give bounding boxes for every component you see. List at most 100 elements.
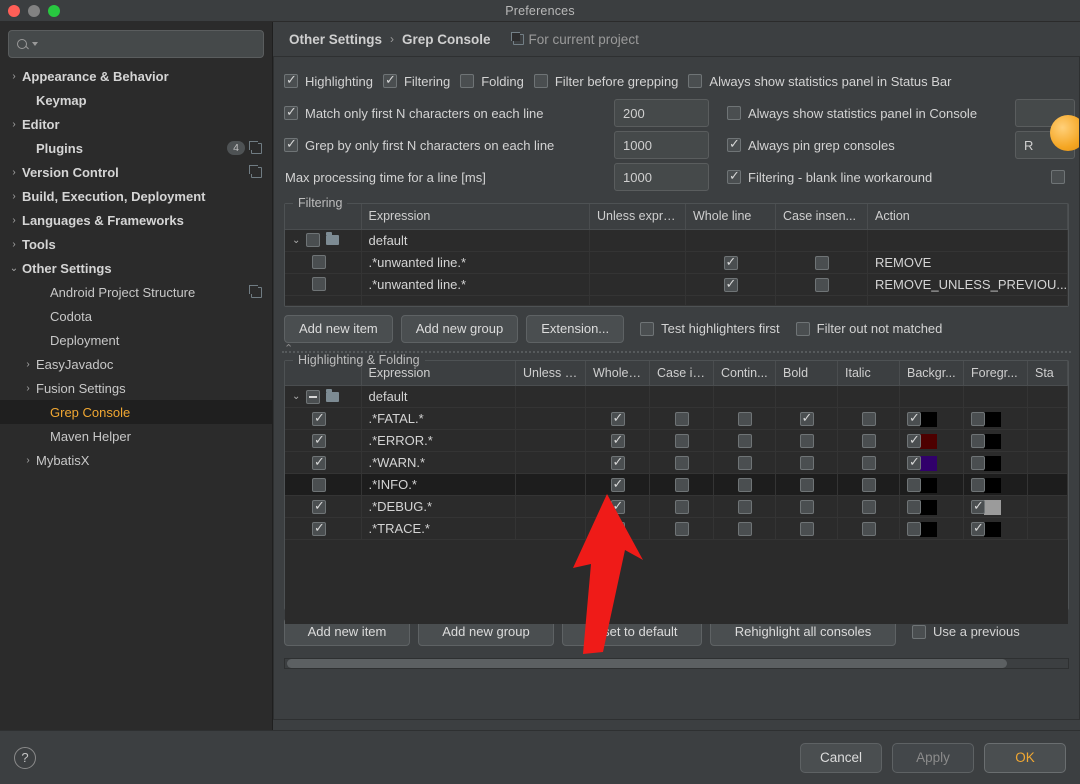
grep-first-n-chars-input[interactable]: 1000	[614, 131, 709, 159]
continue-matching-cell[interactable]	[713, 451, 776, 474]
bold-checkbox[interactable]	[799, 478, 814, 493]
bold-cell[interactable]	[775, 495, 838, 518]
highlighting-table[interactable]: Expression Unless e... Whole l... Case in..…	[285, 360, 1068, 540]
row-enable-checkbox[interactable]	[306, 389, 321, 404]
unless-expression-cell[interactable]	[515, 517, 586, 540]
foreground-color-swatch[interactable]	[984, 521, 1001, 537]
search-box[interactable]	[8, 30, 264, 58]
row-toggle-cell[interactable]	[285, 251, 362, 274]
foreground-cell[interactable]	[963, 473, 1028, 496]
table-row[interactable]: .*TRACE.*	[285, 517, 1068, 540]
cancel-button[interactable]: Cancel	[800, 742, 882, 773]
whole-line-checkbox[interactable]	[610, 454, 625, 471]
grep-first-n-chars-checkbox[interactable]	[284, 136, 298, 152]
expression-cell[interactable]: .*unwanted line.*	[361, 251, 590, 274]
case-insensitive-cell[interactable]	[649, 473, 714, 496]
foreground-cell[interactable]	[963, 517, 1028, 540]
italic-checkbox[interactable]	[861, 478, 876, 493]
sidebar-item-maven-helper[interactable]: Maven Helper	[0, 424, 272, 448]
table-row[interactable]: .*WARN.*	[285, 451, 1068, 474]
unless-expression-cell[interactable]	[589, 273, 686, 296]
background-cell[interactable]	[899, 429, 964, 452]
sidebar-item-keymap[interactable]: Keymap	[0, 88, 272, 112]
chevron-right-icon[interactable]: ›	[20, 359, 36, 370]
action-cell[interactable]	[867, 229, 1068, 252]
blank-line-workaround-checkbox[interactable]	[727, 168, 741, 184]
checkbox[interactable]	[382, 72, 397, 88]
sidebar-item-mybatisx[interactable]: › MybatisX	[0, 448, 272, 472]
case-insensitive-cell[interactable]	[649, 407, 714, 430]
whole-line-cell[interactable]	[585, 407, 650, 430]
table-row[interactable]: .*INFO.*	[285, 473, 1068, 496]
match-first-n-chars-input[interactable]: 200	[614, 99, 709, 127]
expression-cell[interactable]: .*ERROR.*	[361, 429, 516, 452]
bold-checkbox[interactable]	[799, 500, 814, 515]
table-row[interactable]: .*unwanted line.* REMOVE_UNLESS_PREVIOU..…	[285, 273, 1068, 296]
bold-cell[interactable]	[775, 451, 838, 474]
foreground-checkbox[interactable]	[971, 412, 985, 427]
continue-matching-checkbox[interactable]	[737, 522, 752, 537]
bold-cell[interactable]	[775, 407, 838, 430]
expression-cell[interactable]: .*TRACE.*	[361, 517, 516, 540]
italic-checkbox[interactable]	[861, 500, 876, 515]
foreground-cell[interactable]	[963, 495, 1028, 518]
case-insensitive-cell[interactable]	[649, 517, 714, 540]
expression-cell[interactable]: .*DEBUG.*	[361, 495, 516, 518]
case-insensitive-checkbox[interactable]	[814, 277, 829, 292]
column-header[interactable]: Sta	[1027, 360, 1068, 386]
background-checkbox[interactable]	[907, 500, 921, 515]
row-enable-checkbox[interactable]	[312, 454, 326, 470]
whole-line-checkbox[interactable]	[723, 276, 738, 292]
minimize-icon[interactable]	[28, 5, 40, 17]
search-input[interactable]	[43, 37, 255, 51]
italic-checkbox[interactable]	[861, 412, 876, 427]
pin-grep-consoles-checkbox[interactable]	[727, 136, 741, 152]
row-enable-checkbox[interactable]	[312, 498, 326, 514]
italic-cell[interactable]	[837, 429, 900, 452]
column-header[interactable]: Action	[867, 204, 1068, 230]
row-toggle-cell[interactable]: ⌄	[285, 385, 362, 408]
chevron-down-icon[interactable]: ⌄	[6, 263, 22, 274]
close-icon[interactable]	[8, 5, 20, 17]
continue-matching-cell[interactable]	[713, 473, 776, 496]
case-insensitive-cell[interactable]	[649, 429, 714, 452]
pin-grep-consoles-option[interactable]: Always pin grep consoles	[727, 136, 895, 153]
unless-expression-cell[interactable]	[515, 473, 586, 496]
italic-cell[interactable]	[837, 407, 900, 430]
whole-line-cell[interactable]	[585, 517, 650, 540]
case-insensitive-checkbox[interactable]	[674, 522, 689, 537]
right-checkbox[interactable]	[1051, 170, 1065, 184]
unless-expression-cell[interactable]	[515, 385, 586, 408]
breadcrumb-parent[interactable]: Other Settings	[289, 32, 382, 47]
row-enable-checkbox[interactable]	[312, 255, 326, 269]
chevron-right-icon[interactable]: ›	[20, 383, 36, 394]
column-header[interactable]: Unless expre...	[589, 204, 686, 230]
whole-line-cell[interactable]	[585, 429, 650, 452]
column-header[interactable]: Expression	[361, 204, 590, 230]
background-checkbox[interactable]	[907, 410, 921, 427]
stats-panel-console-option[interactable]: Always show statistics panel in Console	[727, 106, 977, 121]
sidebar-item-grep-console[interactable]: Grep Console	[0, 400, 272, 424]
sidebar-item-codota[interactable]: Codota	[0, 304, 272, 328]
row-toggle-cell[interactable]	[285, 429, 362, 452]
whole-line-cell[interactable]	[585, 473, 650, 496]
option-highlighting[interactable]: Highlighting	[284, 72, 373, 89]
background-color-swatch[interactable]	[920, 411, 937, 427]
column-header[interactable]: Whole l...	[585, 360, 650, 386]
foreground-color-swatch[interactable]	[984, 455, 1001, 471]
option-filter-before-grepping[interactable]: Filter before grepping	[533, 74, 678, 89]
row-enable-checkbox[interactable]	[312, 277, 326, 291]
checkbox[interactable]	[284, 72, 298, 88]
case-insensitive-cell[interactable]	[649, 495, 714, 518]
foreground-checkbox[interactable]	[971, 434, 985, 449]
horizontal-scrollbar[interactable]	[284, 657, 1069, 669]
bold-checkbox[interactable]	[799, 522, 814, 537]
ok-button[interactable]: OK	[984, 742, 1066, 773]
match-first-n-chars-option[interactable]: Match only first N characters on each li…	[284, 104, 614, 121]
chevron-down-icon[interactable]	[32, 42, 38, 46]
stats-panel-console-checkbox[interactable]	[727, 106, 741, 120]
test-highlighters-first-option[interactable]: Test highlighters first	[640, 321, 780, 336]
status-cell[interactable]	[1027, 517, 1068, 540]
chevron-right-icon[interactable]: ›	[6, 191, 22, 202]
foreground-checkbox[interactable]	[971, 520, 985, 537]
